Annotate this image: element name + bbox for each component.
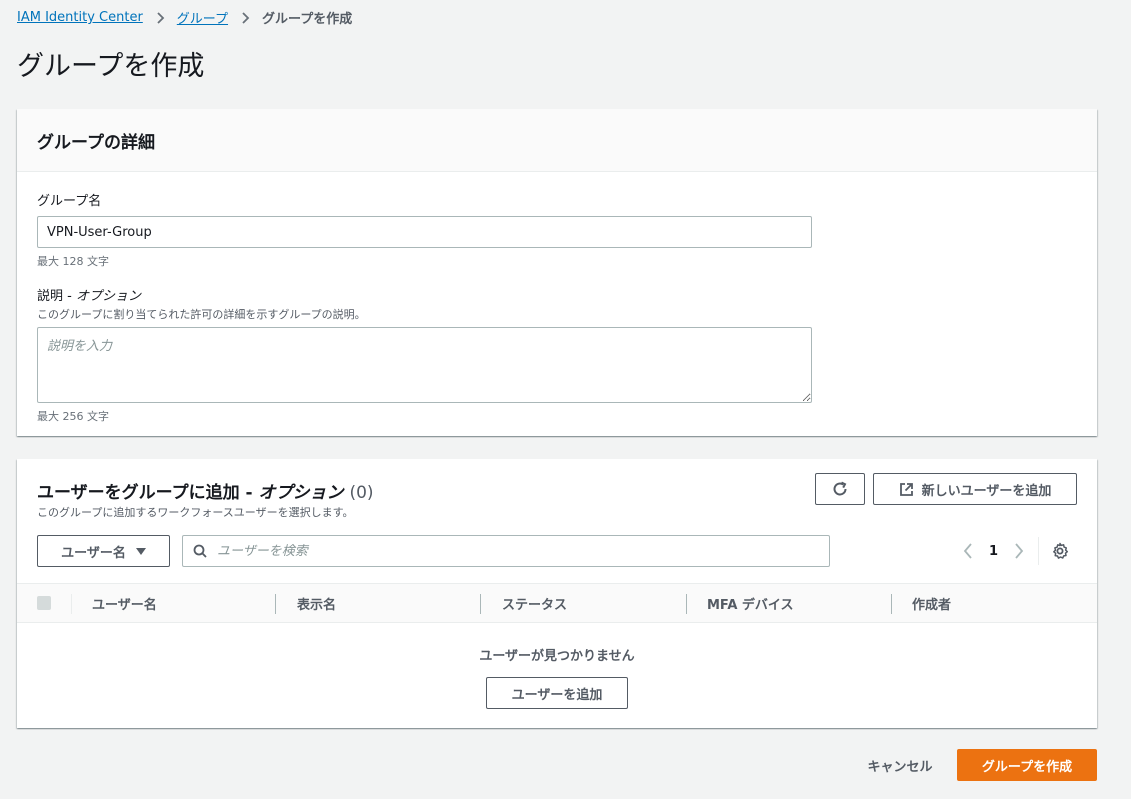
create-group-button[interactable]: グループを作成 bbox=[957, 749, 1097, 781]
group-name-label: グループ名 bbox=[37, 194, 102, 209]
description-label: 説明 - オプション bbox=[37, 285, 1077, 304]
group-name-input[interactable] bbox=[37, 216, 812, 248]
caret-down-icon bbox=[135, 547, 146, 555]
column-header-mfa-devices[interactable]: MFA デバイス bbox=[707, 584, 794, 622]
description-textarea[interactable] bbox=[37, 327, 812, 403]
search-icon bbox=[193, 544, 207, 558]
description-label-text: 説明 - bbox=[37, 289, 76, 304]
user-count: (0) bbox=[349, 483, 374, 503]
add-users-description: このグループに追加するワークフォースユーザーを選択します。 bbox=[37, 506, 354, 519]
group-details-panel: グループの詳細 グループ名 最大 128 文字 説明 - オプション このグルー… bbox=[17, 109, 1097, 436]
page-number[interactable]: 1 bbox=[989, 544, 998, 559]
users-table-header: ユーザー名 表示名 ステータス MFA デバイス 作成者 bbox=[17, 583, 1097, 623]
column-header-username[interactable]: ユーザー名 bbox=[92, 584, 157, 622]
column-header-status[interactable]: ステータス bbox=[502, 584, 567, 622]
add-users-title-optional: オプション bbox=[258, 483, 344, 503]
external-link-icon bbox=[899, 482, 913, 496]
group-details-body: グループ名 最大 128 文字 説明 - オプション このグループに割り当てられ… bbox=[17, 172, 1097, 442]
pager-divider bbox=[1038, 537, 1040, 565]
chevron-right-icon bbox=[157, 11, 165, 24]
breadcrumb-link-iam-identity-center[interactable]: IAM Identity Center bbox=[17, 10, 143, 25]
user-search-input[interactable] bbox=[215, 537, 805, 565]
column-separator bbox=[71, 594, 72, 614]
group-name-constraint: 最大 128 文字 bbox=[37, 255, 109, 268]
refresh-icon bbox=[833, 481, 847, 496]
cancel-button[interactable]: キャンセル bbox=[855, 749, 945, 781]
column-header-created-by[interactable]: 作成者 bbox=[912, 584, 951, 622]
add-users-panel: ユーザーをグループに追加 - オプション (0) このグループに追加するワークフ… bbox=[17, 459, 1097, 728]
group-details-header: グループの詳細 bbox=[17, 109, 1097, 172]
add-user-button[interactable]: ユーザーを追加 bbox=[486, 677, 628, 709]
chevron-left-icon[interactable] bbox=[961, 542, 975, 560]
filter-property-value: ユーザー名 bbox=[61, 545, 126, 561]
description-label-optional: オプション bbox=[75, 289, 141, 304]
breadcrumb-link-groups[interactable]: グループ bbox=[177, 8, 228, 27]
pagination: 1 bbox=[961, 537, 1069, 565]
description-hint: このグループに割り当てられた許可の詳細を示すグループの説明。 bbox=[37, 308, 366, 321]
add-new-user-label: 新しいユーザーを追加 bbox=[921, 483, 1052, 499]
create-group-page: IAM Identity Center グループ グループを作成 グループを作成… bbox=[0, 0, 1131, 799]
breadcrumb: IAM Identity Center グループ グループを作成 bbox=[17, 8, 352, 27]
description-constraint: 最大 256 文字 bbox=[37, 410, 109, 423]
column-header-display-name[interactable]: 表示名 bbox=[297, 584, 336, 622]
column-separator[interactable] bbox=[480, 594, 481, 614]
user-search-box bbox=[182, 535, 830, 567]
add-new-user-button[interactable]: 新しいユーザーを追加 bbox=[873, 473, 1077, 505]
filter-property-select[interactable]: ユーザー名 bbox=[37, 535, 170, 567]
chevron-right-icon[interactable] bbox=[1012, 542, 1026, 560]
page-title: グループを作成 bbox=[17, 51, 205, 82]
add-users-title: ユーザーをグループに追加 - オプション (0) bbox=[37, 478, 374, 503]
settings-gear-icon[interactable] bbox=[1051, 542, 1069, 560]
select-all-checkbox[interactable] bbox=[37, 596, 51, 610]
refresh-button[interactable] bbox=[815, 473, 865, 505]
column-separator[interactable] bbox=[891, 594, 892, 614]
breadcrumb-current: グループを作成 bbox=[262, 12, 353, 27]
column-separator[interactable] bbox=[686, 594, 687, 614]
chevron-right-icon bbox=[242, 11, 250, 24]
empty-state-text: ユーザーが見つかりません bbox=[479, 649, 635, 664]
column-separator[interactable] bbox=[275, 594, 276, 614]
add-users-title-text: ユーザーをグループに追加 - bbox=[37, 483, 259, 503]
